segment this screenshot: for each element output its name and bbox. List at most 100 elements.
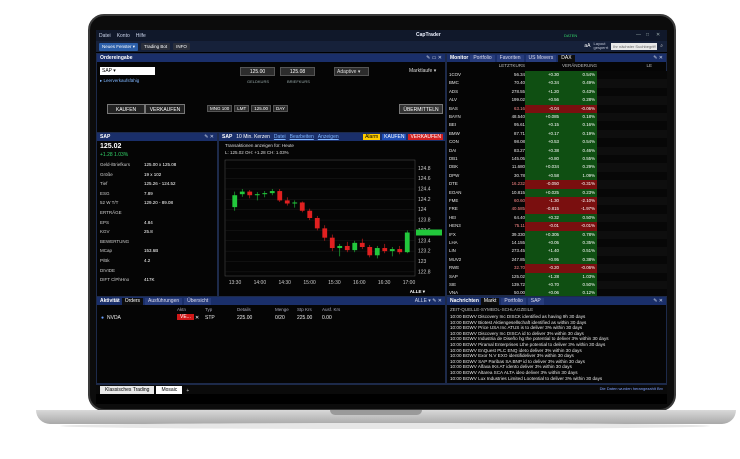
algo-select[interactable]: Adaptive ▾ (334, 67, 369, 76)
trading-bot-button[interactable]: Trading Bot (141, 43, 171, 50)
monitor-cell-sym: CON (449, 139, 459, 145)
interval-select[interactable]: 10 Min. Kerzen (236, 134, 270, 140)
monitor-row[interactable]: SAP 125.02 +1.28 1.03% (447, 272, 667, 281)
info-button[interactable]: INFO (173, 43, 190, 50)
tab-mosaic[interactable]: Mosaic (156, 386, 183, 394)
monitor-row[interactable]: HEI 64.40 +0.32 0.50% (447, 213, 667, 223)
tab-orders[interactable]: Orders (121, 297, 144, 305)
monitor-controls-icon[interactable]: ✎ ✕ (653, 55, 663, 61)
tab-market-news[interactable]: Markt (480, 297, 500, 305)
chart-legend-transactions[interactable]: Transaktionen anzeigen für: Heute (225, 143, 294, 148)
menu-hilfe[interactable]: Hilfe (136, 33, 146, 39)
minimize-icon[interactable]: — (636, 32, 641, 38)
col-last[interactable]: LETZTKURS (447, 63, 525, 70)
monitor-row[interactable]: FME 60.60 -1.30 -2.10% (447, 197, 667, 206)
chart-menu-bearbeiten[interactable]: Bearbeiten (290, 134, 314, 140)
news-item[interactable]: 10:00 BGWV Lux Industries Limited Looten… (450, 376, 602, 381)
monitor-row[interactable]: BAS 63.16 -0.04 -0.06% (447, 104, 667, 113)
tab-executions[interactable]: Ausführungen (145, 297, 183, 305)
order-type-select[interactable]: Marktlaufe ▾ (409, 68, 436, 74)
cancel-order-icon[interactable]: ✕ (195, 315, 199, 321)
news-item[interactable]: 10:00 BGWV Alfaxa IKs AT idento deliver … (450, 364, 572, 369)
chart-menu-datei[interactable]: Datei (274, 134, 286, 140)
news-item[interactable]: 10:00 BGWV Discovery Inc DISCA id to del… (450, 331, 584, 336)
monitor-row[interactable]: DPW 30.78 +0.58 1.09% (447, 171, 667, 181)
menu-datei[interactable]: Datei (99, 33, 111, 39)
monitor-row[interactable]: DBK 11.680 +0.034 0.29% (447, 163, 667, 172)
tab-dax[interactable]: DAX (558, 54, 575, 62)
tab-portfolio-news[interactable]: Portfolio (501, 297, 526, 305)
alarm-button[interactable]: Alarm (363, 134, 381, 140)
tab-portfolio[interactable]: Portfolio (470, 54, 495, 62)
monitor-row[interactable]: DAI 83.27 +0.38 0.46% (447, 146, 667, 155)
search-icon[interactable]: ⌕ (660, 43, 663, 49)
order-row[interactable]: ● NVDA VE... ✕ STP 225.00 0/20 225.00 0.… (97, 314, 445, 323)
monitor-row[interactable]: BEI 95.61 +0.15 0.16% (447, 121, 667, 130)
news-item[interactable]: 10:00 BGWV Price USA Inc ATUS is to deli… (450, 325, 582, 330)
panel-controls-icon[interactable]: ✎ ▭ ✕ (426, 55, 442, 61)
font-size-icon[interactable]: aA (584, 43, 590, 49)
col-change[interactable]: VERÄNDERUNG (525, 63, 597, 70)
layout-lock-label[interactable]: Layout gesperrt (594, 42, 609, 50)
monitor-row[interactable]: RWE 32.70 -0.20 -0.06% (447, 264, 667, 273)
monitor-row[interactable]: DTE 16.232 -0.050 -0.31% (447, 180, 667, 189)
chart-menu-anzeigen[interactable]: Anzeigen (318, 134, 339, 140)
monitor-row[interactable]: HEN3 75.11 -0.01 -0.01% (447, 222, 667, 231)
news-item[interactable]: 10:00 BGWV Exor N.V EXO identifideliver … (450, 353, 574, 358)
col-le[interactable]: LE (597, 63, 666, 70)
close-icon[interactable]: ✕ (656, 32, 660, 38)
candlestick-chart[interactable]: 124.8124.6124.4124.2124123.8123.6123.412… (219, 156, 445, 296)
menu-konto[interactable]: Konto (117, 33, 130, 39)
news-item[interactable]: 10:00 BGWV Piramal Enterprises Lthe pote… (450, 342, 605, 347)
tab-overview[interactable]: Übersicht (184, 297, 212, 305)
chart-sell-button[interactable]: VERKAUFEN (408, 134, 443, 140)
news-controls-icon[interactable]: ✎ ✕ (653, 298, 663, 304)
maximize-icon[interactable]: □ (646, 32, 649, 38)
short-sell-link[interactable]: ▸ Leerverkaufsfähig (100, 78, 139, 84)
sell-button[interactable]: VERKAUFEN (145, 104, 185, 114)
add-layout-icon[interactable]: + (186, 388, 189, 394)
ask-price-box[interactable]: 125.08 (280, 67, 315, 76)
news-item[interactable]: 10:00 BGWV Discovery Inc DISCK identifie… (450, 314, 585, 319)
monitor-row[interactable]: ALV 199.02 +0.56 0.28% (447, 96, 667, 105)
news-item[interactable]: 10:00 BGWV EnQuest PLC ENQ ideto deliver… (450, 348, 582, 353)
tab-classic-trading[interactable]: Klassisches Trading (100, 386, 155, 394)
monitor-row[interactable]: CON 98.08 +0.53 0.54% (447, 138, 667, 147)
news-item[interactable]: 10:00 BGWV Altarea SCA ALTA ideo deliver… (450, 370, 578, 375)
monitor-row[interactable]: SIE 139.72 +0.70 0.50% (447, 281, 667, 290)
tab-sap-news[interactable]: SAP (527, 297, 544, 305)
news-item[interactable]: 10:00 BGWV Industria de Diseño hg the po… (450, 336, 609, 341)
monitor-row[interactable]: IFX 39.330 +0.305 0.78% (447, 230, 667, 239)
monitor-row[interactable]: BAYN 48.540 +0.085 0.18% (447, 113, 667, 122)
limit-price-field[interactable]: 125.00 (251, 105, 272, 112)
new-window-button[interactable]: Neues Fenster ▾ (99, 42, 139, 51)
tif-field[interactable]: DAY (273, 105, 288, 112)
tab-favoriten[interactable]: Favoriten (496, 54, 524, 62)
chart-buy-button[interactable]: KAUFEN (382, 134, 407, 140)
monitor-row[interactable]: LIN 273.45 +1.40 0.51% (447, 247, 667, 256)
buy-button[interactable]: KAUFEN (107, 104, 145, 114)
monitor-row[interactable]: FRE 40.585 -0.815 -1.97% (447, 205, 667, 214)
quote-panel-controls-icon[interactable]: ✎ ✕ (204, 134, 214, 140)
search-input[interactable]: Ihr nächster Suchbegriff (611, 42, 658, 50)
news-item[interactable]: 10:00 BGWV SAP Paribas SA BNP id to deli… (450, 359, 585, 364)
bid-price-box[interactable]: 125.00 (240, 67, 275, 76)
monitor-row[interactable]: BMC 70.40 +0.34 0.49% (447, 79, 667, 88)
monitor-row[interactable]: LHA 14.155 +0.05 0.35% (447, 239, 667, 248)
order-type-field[interactable]: LMT (234, 105, 250, 112)
chart-filter-select[interactable]: ALLE ▾ (410, 289, 425, 295)
order-symbol-input[interactable]: SAP ▾ (100, 67, 155, 75)
monitor-row[interactable]: ADS 278.55 +1.20 0.43% (447, 87, 667, 97)
tab-us-movers[interactable]: US Movers (525, 54, 557, 62)
order-action[interactable]: VE... (177, 314, 194, 320)
monitor-row[interactable]: BMW 87.71 +0.17 0.19% (447, 129, 667, 139)
monitor-row[interactable]: MUV2 247.85 +0.95 0.38% (447, 255, 667, 265)
activity-controls-icon[interactable]: ALLE ▾ ✎ ✕ (415, 298, 442, 304)
submit-button[interactable]: ÜBERMITTELN (399, 104, 443, 114)
monitor-row[interactable]: DB1 145.05 +0.80 0.55% (447, 155, 667, 164)
quantity-field[interactable]: MNG 100 (207, 105, 233, 112)
monitor-row[interactable]: 1COV 56.34 +0.30 0.54% (447, 71, 667, 80)
monitor-row[interactable]: EOAN 10.815 +0.025 0.23% (447, 188, 667, 197)
activity-filter-select[interactable]: ALLE ▾ (415, 298, 431, 304)
news-item[interactable]: 10:00 BGWV Biotest Aktiengesellschaft id… (450, 320, 586, 325)
